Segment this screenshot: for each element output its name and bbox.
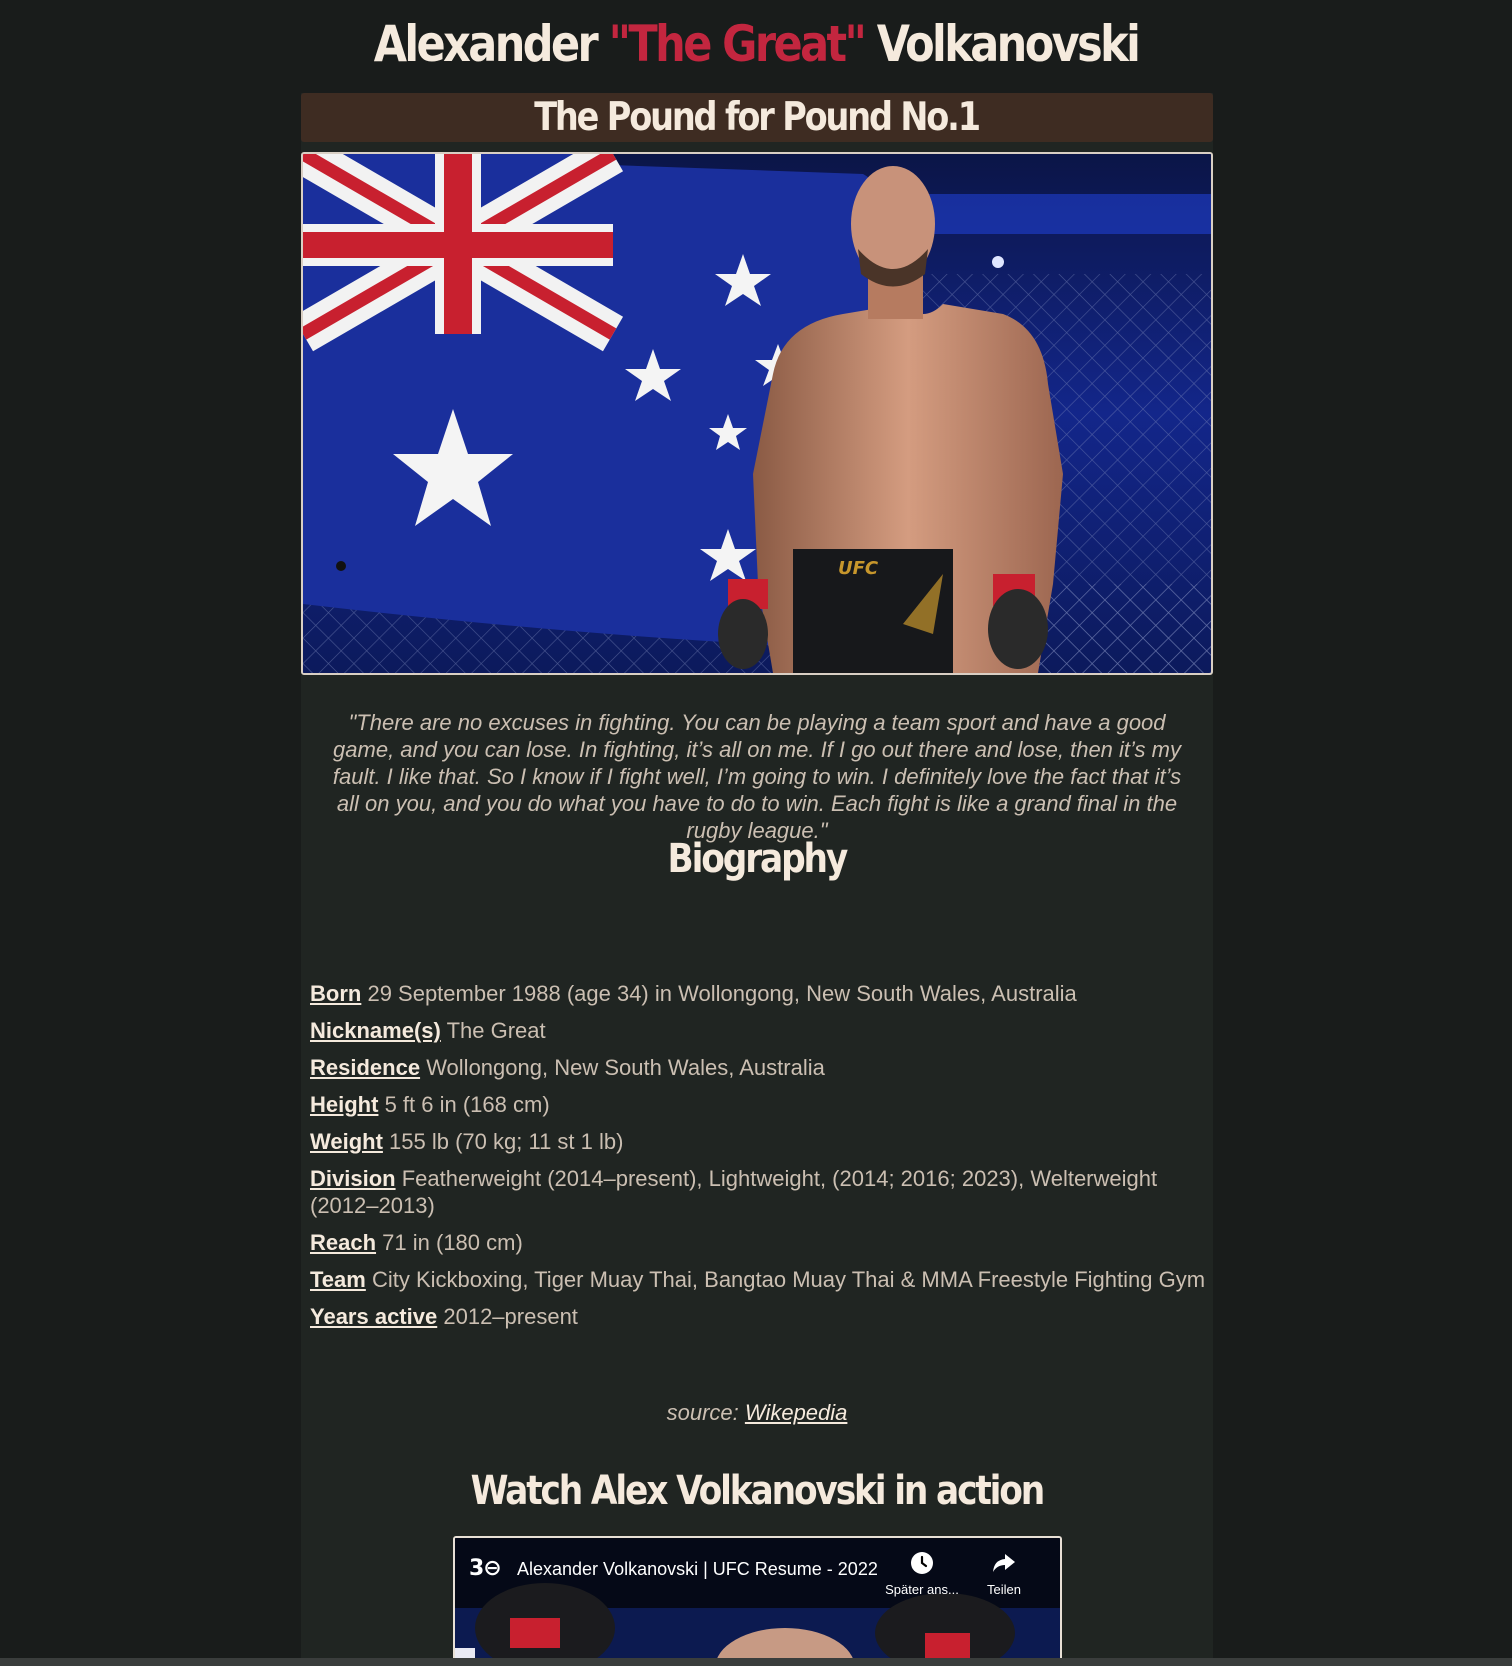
video-title[interactable]: Alexander Volkanovski | UFC Resume - 202… bbox=[517, 1559, 878, 1580]
bio-row-residence: Residence Wollongong, New South Wales, A… bbox=[310, 1054, 1210, 1081]
bio-label-born[interactable]: Born bbox=[310, 981, 361, 1006]
source-line: source: Wikepedia bbox=[301, 1399, 1213, 1426]
bio-label-division[interactable]: Division bbox=[310, 1166, 396, 1191]
bio-value-team: City Kickboxing, Tiger Muay Thai, Bangta… bbox=[371, 1267, 1206, 1292]
bio-label-height[interactable]: Height bbox=[310, 1092, 378, 1117]
bio-label-reach[interactable]: Reach bbox=[310, 1230, 376, 1255]
biography-list: Born 29 September 1988 (age 34) in Wollo… bbox=[310, 980, 1210, 1340]
bio-value-residence: Wollongong, New South Wales, Australia bbox=[426, 1055, 825, 1080]
fighter-quote: "There are no excuses in fighting. You c… bbox=[332, 710, 1182, 843]
title-first-name: Alexander bbox=[373, 15, 599, 73]
source-link[interactable]: Wikepedia bbox=[745, 1400, 848, 1425]
bio-row-born: Born 29 September 1988 (age 34) in Wollo… bbox=[310, 980, 1210, 1007]
page-title: Alexander "The Great" Volkanovski bbox=[106, 12, 1406, 76]
bio-value-nickname: The Great bbox=[446, 1018, 546, 1043]
title-nickname: "The Great" bbox=[608, 15, 867, 73]
bio-value-height: 5 ft 6 in (168 cm) bbox=[384, 1092, 550, 1117]
bio-row-weight: Weight 155 lb (70 kg; 11 st 1 lb) bbox=[310, 1128, 1210, 1155]
bio-row-reach: Reach 71 in (180 cm) bbox=[310, 1229, 1210, 1256]
source-prefix: source: bbox=[666, 1400, 739, 1425]
bio-row-division: Division Featherweight (2014–present), L… bbox=[310, 1165, 1210, 1219]
banner-text: The Pound for Pound No.1 bbox=[534, 95, 982, 140]
union-jack bbox=[303, 154, 624, 352]
video-heading-text: Watch Alex Volkanovski in action bbox=[470, 1468, 1046, 1514]
bio-label-nickname[interactable]: Nickname(s) bbox=[310, 1018, 441, 1043]
share-button[interactable]: Teilen bbox=[964, 1550, 1044, 1597]
clock-icon bbox=[911, 1552, 933, 1574]
bio-value-weight: 155 lb (70 kg; 11 st 1 lb) bbox=[389, 1129, 624, 1154]
bio-label-weight[interactable]: Weight bbox=[310, 1129, 383, 1154]
biography-heading-text: Biography bbox=[667, 836, 849, 882]
bio-value-years-active: 2012–present bbox=[443, 1304, 578, 1329]
window-bottom-edge bbox=[0, 1658, 1512, 1666]
title-last-name: Volkanovski bbox=[876, 15, 1141, 73]
bio-value-born: 29 September 1988 (age 34) in Wollongong… bbox=[367, 981, 1077, 1006]
video-embed[interactable]: 3⊖ Alexander Volkanovski | UFC Resume - … bbox=[453, 1536, 1062, 1666]
watch-later-label: Später ans... bbox=[885, 1582, 959, 1597]
bio-row-years-active: Years active 2012–present bbox=[310, 1303, 1210, 1330]
watch-later-button[interactable]: Später ans... bbox=[882, 1550, 962, 1597]
fighter-flag-photo: UFC bbox=[303, 154, 1211, 673]
video-heading: Watch Alex Volkanovski in action bbox=[301, 1466, 1213, 1516]
bio-row-nickname: Nickname(s) The Great bbox=[310, 1017, 1210, 1044]
share-label: Teilen bbox=[987, 1582, 1021, 1597]
subtitle-banner: The Pound for Pound No.1 bbox=[301, 93, 1213, 142]
bio-row-height: Height 5 ft 6 in (168 cm) bbox=[310, 1091, 1210, 1118]
bio-label-team[interactable]: Team bbox=[310, 1267, 366, 1292]
bio-label-residence[interactable]: Residence bbox=[310, 1055, 420, 1080]
bio-label-years-active[interactable]: Years active bbox=[310, 1304, 437, 1329]
hero-image: UFC bbox=[301, 152, 1213, 675]
share-icon bbox=[993, 1554, 1015, 1572]
trunks-ufc-logo: UFC bbox=[838, 558, 879, 579]
main-content: The Pound for Pound No.1 UFC "There are … bbox=[301, 93, 1213, 1666]
biography-heading: Biography bbox=[301, 834, 1213, 884]
bio-value-division: Featherweight (2014–present), Lightweigh… bbox=[310, 1166, 1158, 1218]
bio-row-team: Team City Kickboxing, Tiger Muay Thai, B… bbox=[310, 1266, 1210, 1293]
channel-logo[interactable]: 3⊖ bbox=[469, 1556, 502, 1581]
bio-value-reach: 71 in (180 cm) bbox=[382, 1230, 523, 1255]
